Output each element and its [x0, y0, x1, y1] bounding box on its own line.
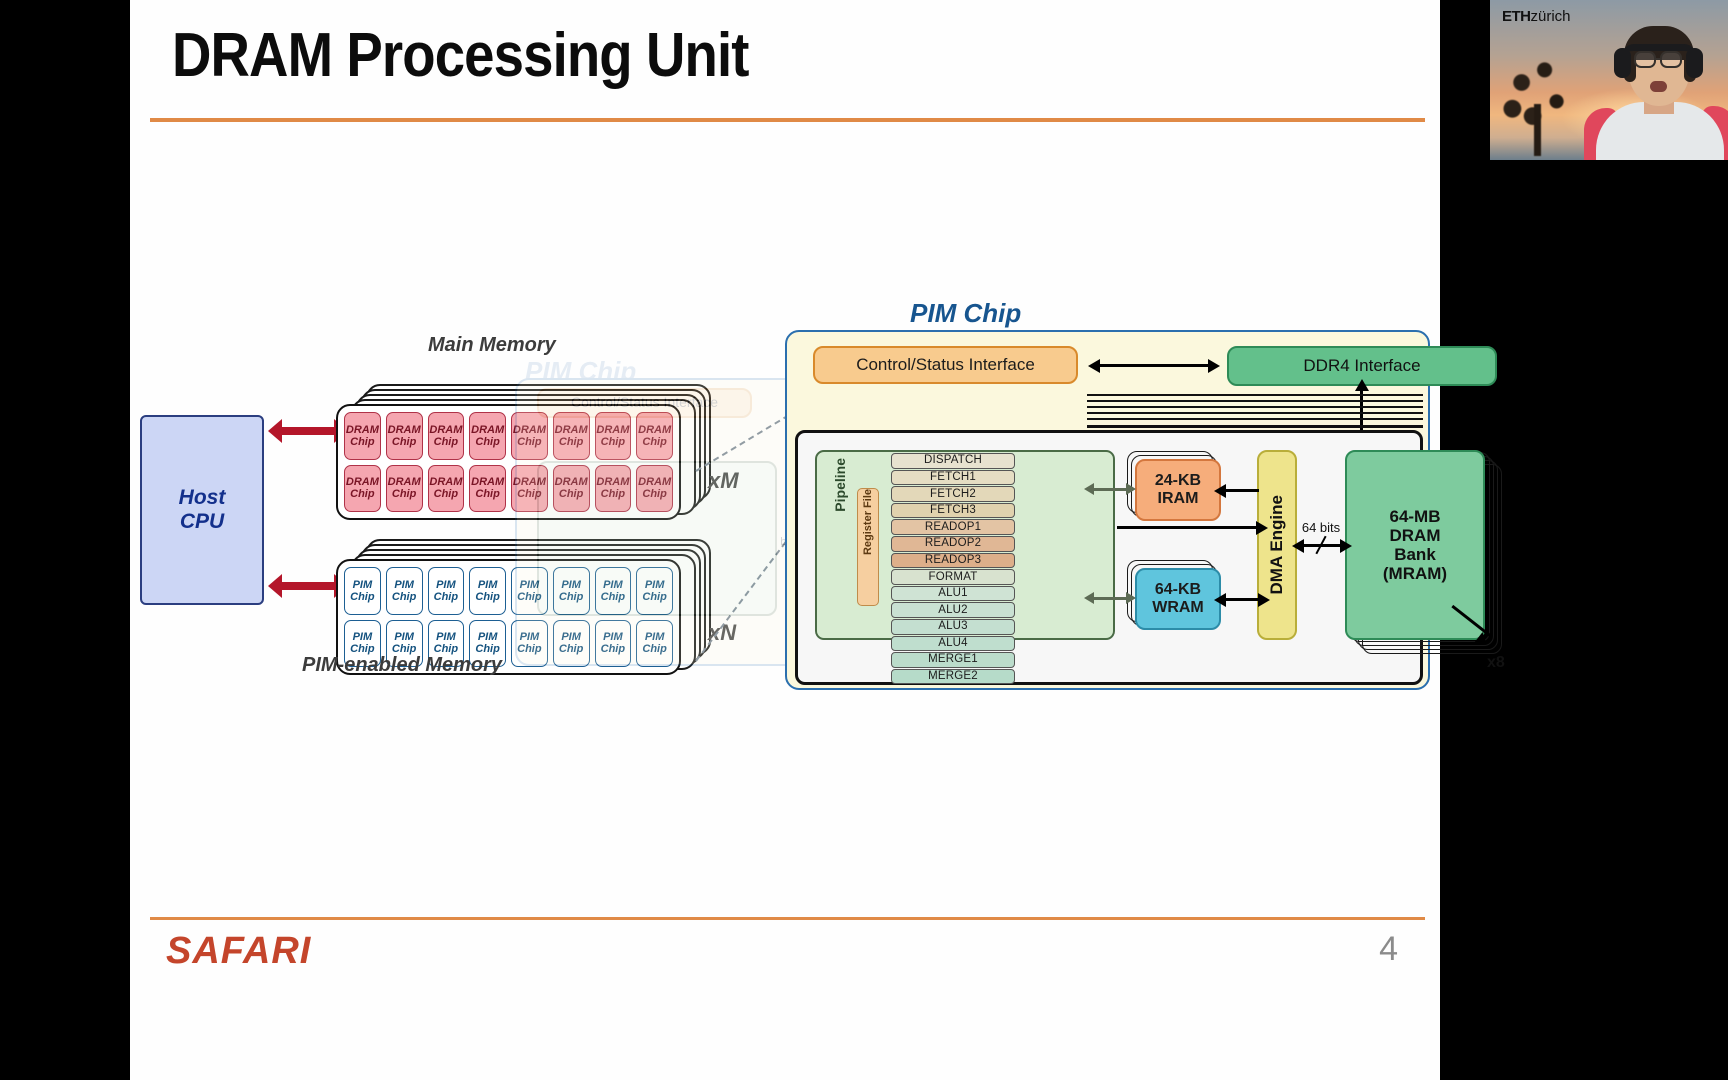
ghost-core [537, 461, 777, 616]
pipeline-stage: MERGE2 [891, 668, 1015, 685]
dram-chip: DRAMChip [385, 412, 423, 460]
pim-chip-cell: PIMChip [344, 567, 381, 615]
pipeline-stage: DISPATCH [891, 453, 1015, 469]
footer-divider [150, 917, 1425, 920]
pipeline-stage: ALU2 [891, 602, 1015, 618]
host-cpu-block: Host CPU [140, 415, 264, 605]
chip-bus-lines [1087, 394, 1423, 428]
eth-logo-light: zürich [1530, 8, 1571, 25]
dram-chip: DRAMChip [427, 464, 465, 512]
pipeline-stage: READOP2 [891, 535, 1015, 552]
dma-engine-block: DMA Engine [1257, 450, 1297, 640]
dram-chip: DRAMChip [344, 464, 381, 512]
pipeline-stage: FETCH2 [891, 486, 1015, 502]
eth-zurich-logo: ETHzürich [1502, 8, 1571, 25]
pipeline-stage: ALU1 [891, 585, 1015, 602]
dram-chip: DRAMChip [469, 412, 506, 460]
core-to-wram-arrow [1084, 592, 1136, 604]
pim-chip-cell: PIMChip [469, 567, 506, 615]
glasses-left-lens [1634, 51, 1656, 68]
headphone-right-cup [1686, 48, 1703, 78]
pipeline-vertical-label: Pipeline [832, 458, 849, 512]
tree-silhouette [1494, 51, 1586, 156]
host-to-pim-memory-arrow [268, 574, 348, 598]
bus-width-label: 64 bits [1301, 520, 1341, 535]
control-status-interface-block: Control/Status Interface [813, 346, 1078, 384]
title-divider [150, 118, 1425, 122]
glasses-right-lens [1660, 51, 1682, 68]
eth-logo-bold: ETH [1502, 8, 1531, 25]
dram-chip: DRAMChip [344, 412, 381, 460]
page-title: DRAM Processing Unit [172, 21, 749, 90]
slide-stage: DRAM Processing Unit Host CPU Main Memor… [0, 0, 1728, 1080]
dma-to-wram-arrow [1214, 592, 1270, 607]
headphone-band [1622, 44, 1696, 56]
iram-block: 24-KB IRAM [1135, 459, 1221, 521]
pim-chip-cell: PIMChip [385, 567, 423, 615]
dram-chip: DRAMChip [427, 412, 465, 460]
pipeline-stage: FORMAT [891, 569, 1015, 585]
pipeline-stage: READOP1 [891, 519, 1015, 535]
ghost-control-status: Control/Status Interface [537, 388, 752, 418]
pim-chip-heading: PIM Chip [910, 298, 1022, 328]
pipeline-stage-list: DISPATCH FETCH1 FETCH2 FETCH3 READOP1 READOP2… [891, 453, 1015, 685]
headphone-left-cup [1614, 48, 1631, 78]
wram-block: 64-KB WRAM [1135, 568, 1221, 630]
glasses-bridge [1655, 57, 1662, 60]
pipeline-stage: READOP3 [891, 552, 1015, 569]
dma-to-iram-arrow [1214, 483, 1259, 498]
pipeline-stage: ALU4 [891, 635, 1015, 652]
webcam-overlay[interactable]: ETHzürich [1490, 0, 1728, 160]
presenter-figure [1584, 26, 1728, 160]
main-memory-label: Main Memory [428, 334, 556, 356]
host-cpu-label-line2: CPU [179, 510, 225, 533]
safari-logo: SAFARI [166, 930, 312, 972]
host-to-main-memory-arrow [268, 419, 348, 443]
pipeline-stage: FETCH3 [891, 502, 1015, 519]
control-to-ddr4-arrow [1088, 358, 1220, 373]
dram-chip: DRAMChip [385, 464, 423, 512]
pim-chip-diagram: Control/Status Interface DDR4 Interface … [785, 330, 1505, 690]
pipeline-stage: FETCH1 [891, 469, 1015, 486]
host-cpu-label-line1: Host [178, 486, 226, 510]
dpu-core-block: Pipeline Register File DISPATCH FETCH1 FET… [815, 450, 1115, 685]
page-number: 4 [1379, 930, 1398, 968]
register-file-block: Register File [857, 488, 879, 606]
dram-chip: DRAMChip [469, 464, 506, 512]
core-to-iram-arrow [1084, 483, 1136, 495]
pim-enabled-memory-label: PIM-enabled Memory [302, 654, 503, 676]
pim-chip-cell: PIMChip [427, 567, 465, 615]
pipeline-stage: ALU3 [891, 618, 1015, 635]
bank-multiplier-label: x8 [1487, 654, 1505, 671]
core-to-dma-arrow [1117, 520, 1268, 535]
mram-dram-bank-block: 64-MB DRAM Bank (MRAM) [1345, 450, 1485, 640]
pipeline-stage: MERGE1 [891, 652, 1015, 668]
slide-canvas: DRAM Processing Unit Host CPU Main Memor… [130, 0, 1505, 1080]
